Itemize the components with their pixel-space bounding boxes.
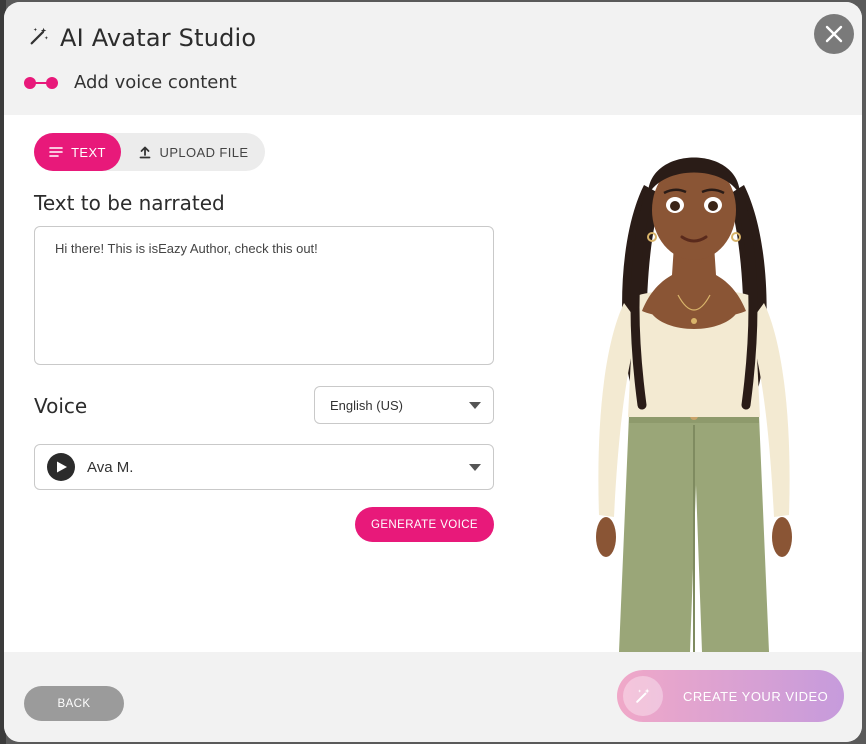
- avatar-image: [574, 125, 814, 652]
- magic-wand-icon: [623, 676, 663, 716]
- chevron-down-icon: [469, 402, 481, 409]
- back-button[interactable]: BACK: [24, 686, 124, 721]
- modal-title: AI Avatar Studio: [60, 24, 257, 52]
- ai-avatar-modal: AI Avatar Studio Add voice content TEXT …: [4, 2, 862, 742]
- narration-textarea[interactable]: Hi there! This is isEazy Author, check t…: [34, 226, 494, 365]
- tab-text-label: TEXT: [71, 144, 106, 160]
- input-mode-tabs: TEXT UPLOAD FILE: [34, 133, 265, 171]
- create-video-label: CREATE YOUR VIDEO: [683, 688, 829, 704]
- language-value: English (US): [330, 397, 403, 413]
- play-voice-button[interactable]: [47, 453, 75, 481]
- create-video-button[interactable]: CREATE YOUR VIDEO: [617, 670, 844, 722]
- step-progress-icon: [24, 76, 58, 90]
- generate-voice-button[interactable]: GENERATE VOICE: [355, 507, 494, 542]
- play-icon: [57, 461, 67, 473]
- voice-select[interactable]: Ava M.: [34, 444, 494, 490]
- magic-wand-icon: [28, 25, 50, 52]
- tab-text[interactable]: TEXT: [34, 133, 121, 171]
- lines-icon: [49, 147, 63, 157]
- chevron-down-icon: [469, 464, 481, 471]
- title-row: AI Avatar Studio: [28, 24, 256, 52]
- modal-footer: BACK CREATE YOUR VIDEO: [4, 652, 862, 742]
- modal-content: TEXT UPLOAD FILE Text to be narrated Hi …: [4, 115, 862, 652]
- step-indicator: Add voice content: [24, 72, 237, 93]
- language-select[interactable]: English (US): [314, 386, 494, 424]
- step-label: Add voice content: [74, 72, 237, 93]
- close-icon: [825, 25, 843, 43]
- upload-icon: [139, 146, 150, 159]
- close-button[interactable]: [814, 14, 854, 54]
- tab-upload-label: UPLOAD FILE: [159, 144, 249, 160]
- voice-value: Ava M.: [87, 458, 134, 476]
- narration-label: Text to be narrated: [34, 191, 225, 215]
- modal-header: AI Avatar Studio Add voice content: [4, 2, 862, 115]
- voice-label: Voice: [34, 394, 88, 418]
- tab-upload-file[interactable]: UPLOAD FILE: [121, 133, 265, 171]
